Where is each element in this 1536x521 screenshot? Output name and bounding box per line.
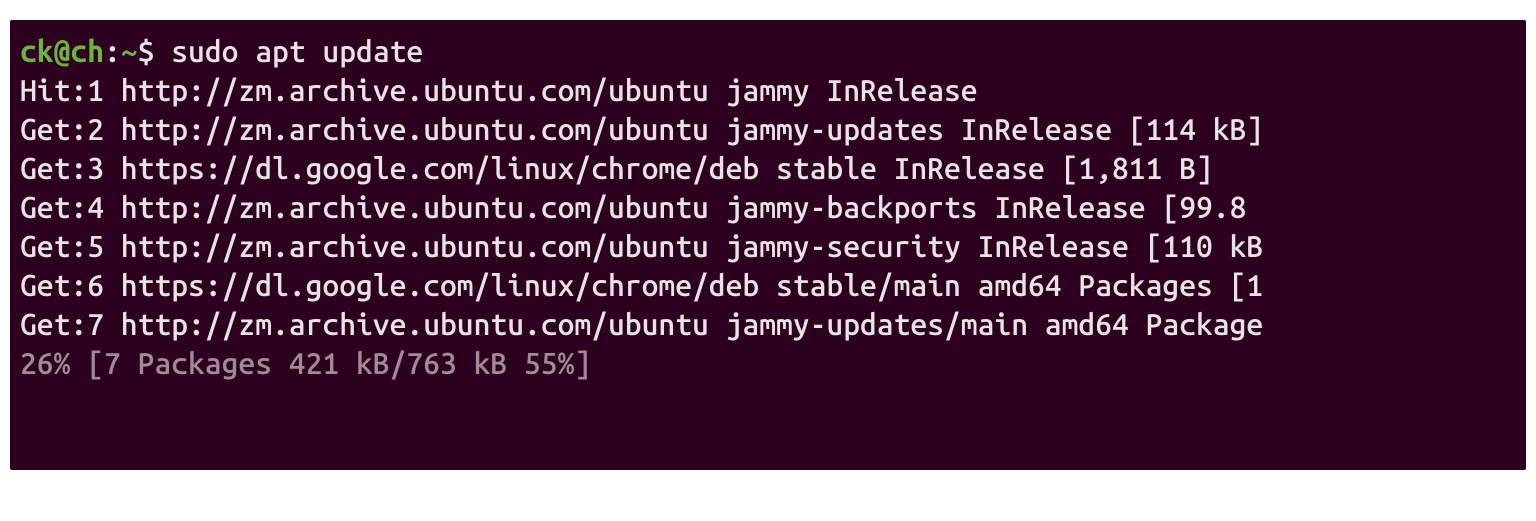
apt-output-line: Get:6 https://dl.google.com/linux/chrome… (20, 266, 1516, 305)
terminal-window[interactable]: ck@ch:~$ sudo apt update Hit:1 http://zm… (10, 20, 1526, 470)
apt-output-line: Get:7 http://zm.archive.ubuntu.com/ubunt… (20, 305, 1516, 344)
user-host: ck@ch (20, 32, 104, 71)
prompt-symbol: $ (138, 32, 172, 71)
prompt-path: ~ (121, 32, 138, 71)
apt-output-line: Get:4 http://zm.archive.ubuntu.com/ubunt… (20, 188, 1516, 227)
apt-output-line: Get:2 http://zm.archive.ubuntu.com/ubunt… (20, 110, 1516, 149)
command-text: sudo apt update (171, 32, 423, 71)
apt-output-line: Get:3 https://dl.google.com/linux/chrome… (20, 149, 1516, 188)
apt-output-line: Get:5 http://zm.archive.ubuntu.com/ubunt… (20, 227, 1516, 266)
prompt-line: ck@ch:~$ sudo apt update (20, 32, 1516, 71)
apt-progress-line: 26% [7 Packages 421 kB/763 kB 55%] (20, 344, 1516, 383)
apt-output-line: Hit:1 http://zm.archive.ubuntu.com/ubunt… (20, 71, 1516, 110)
prompt-separator: : (104, 32, 121, 71)
